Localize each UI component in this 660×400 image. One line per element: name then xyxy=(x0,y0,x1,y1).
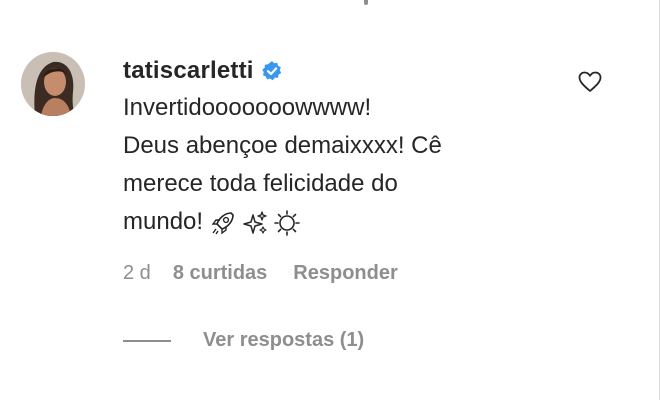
sparkles-icon xyxy=(243,211,267,234)
reply-button[interactable]: Responder xyxy=(293,262,397,285)
avatar[interactable] xyxy=(21,52,85,116)
comment-line-4: mundo! xyxy=(123,208,204,235)
verified-badge-icon xyxy=(261,60,283,82)
comment-line-1: Invertidooooooowwww! xyxy=(123,94,372,121)
username[interactable]: tatiscarletti xyxy=(123,57,254,85)
like-count[interactable]: 8 curtidas xyxy=(173,262,267,285)
view-replies-label: Ver respostas (1) xyxy=(203,329,365,351)
heart-outline-icon xyxy=(578,71,602,92)
comment-panel: tatiscarletti Invertidooooooowwww! Deus a… xyxy=(0,0,660,400)
comment-line-2: Deus abençoe demaixxxx! Cê xyxy=(123,132,442,159)
scroll-indicator xyxy=(364,0,368,5)
replies-divider xyxy=(123,339,171,342)
view-replies-button[interactable]: Ver respostas (1) xyxy=(123,329,364,352)
emoji-group xyxy=(209,209,301,237)
comment-text: Invertidooooooowwww! Deus abençoe demaixx… xyxy=(123,89,543,241)
like-button[interactable] xyxy=(577,69,603,95)
rocket-icon xyxy=(211,211,234,235)
sun-icon xyxy=(274,209,300,236)
username-row: tatiscarletti xyxy=(123,54,543,88)
comment-date[interactable]: 2 d xyxy=(123,262,151,285)
comment-line-3: merece toda felicidade do xyxy=(123,170,398,197)
comment-meta: 2 d 8 curtidas Responder xyxy=(123,262,398,285)
comment: tatiscarletti Invertidooooooowwww! Deus a… xyxy=(123,54,543,241)
